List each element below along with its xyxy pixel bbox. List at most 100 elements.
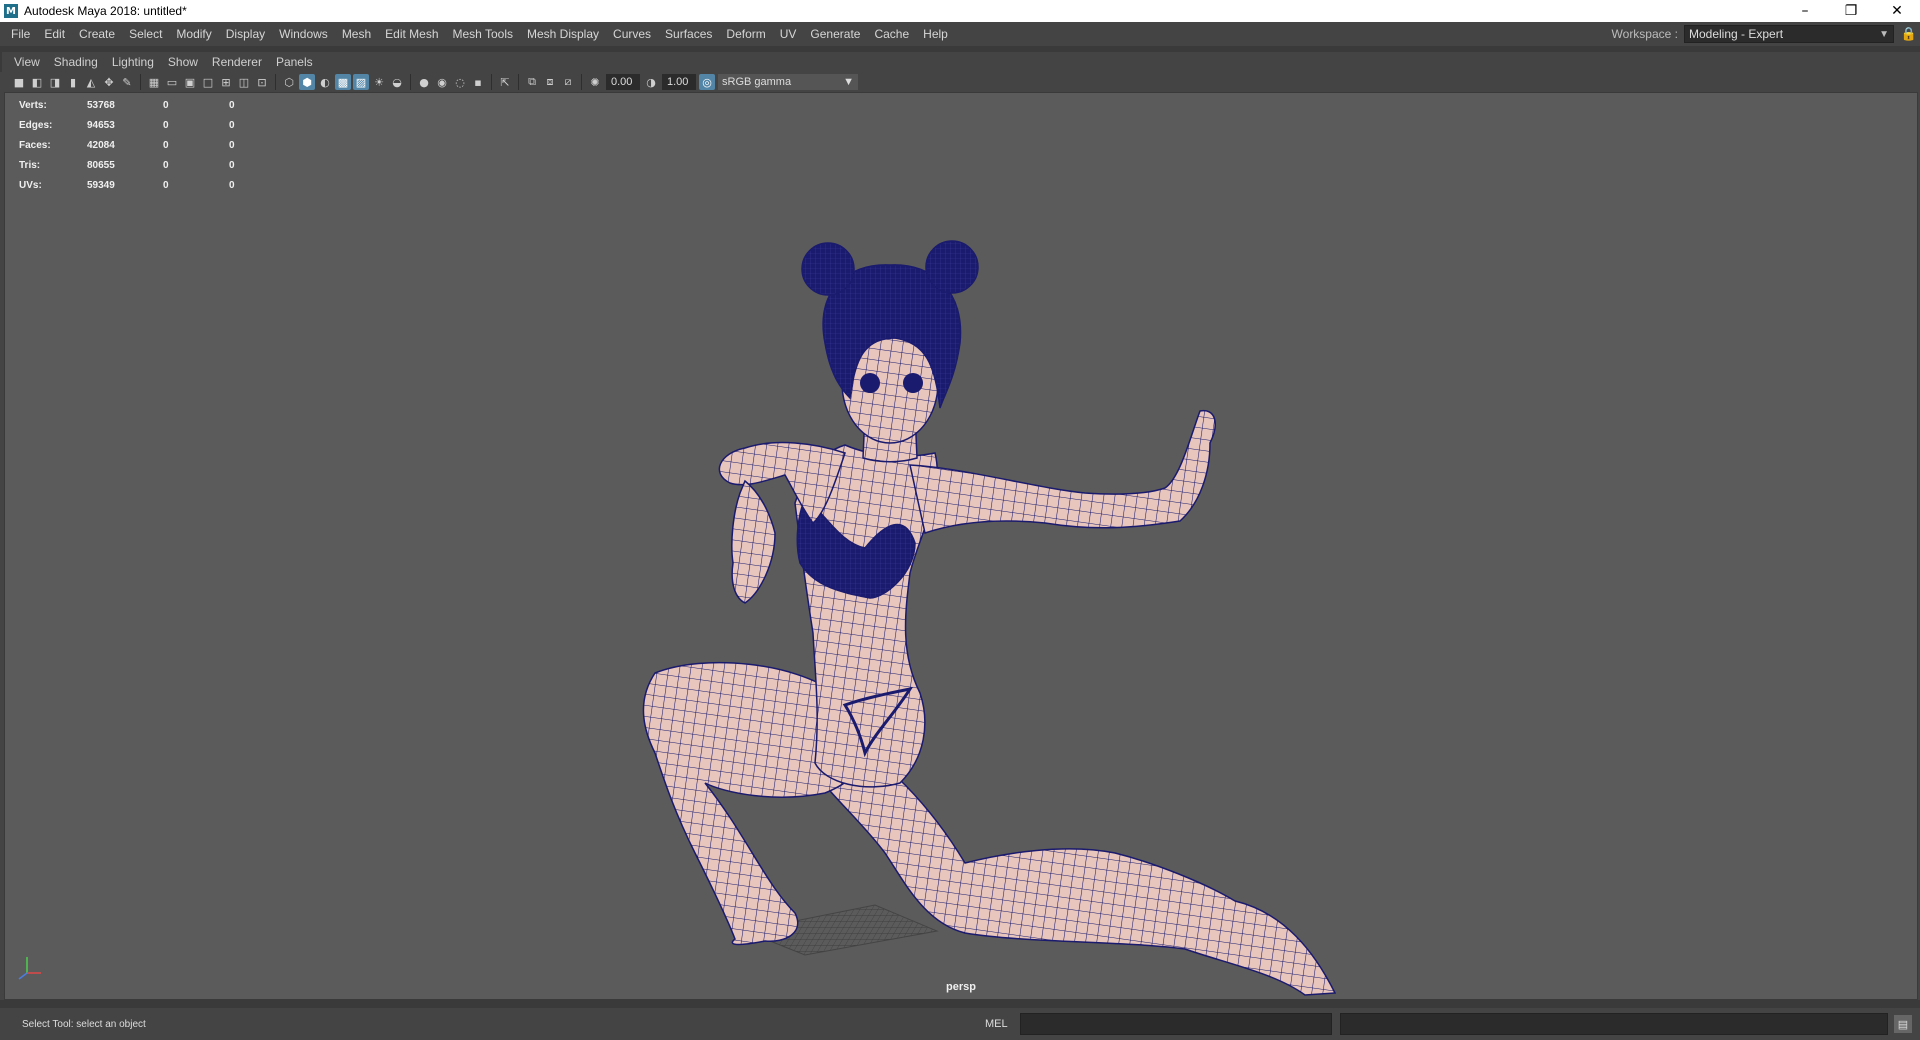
isolate-select-icon[interactable]: ⇱ <box>497 74 513 90</box>
smooth-shade-icon[interactable]: ⬢ <box>299 74 315 90</box>
hud-value: 59349 <box>87 179 115 191</box>
use-all-lights-icon[interactable]: ☀ <box>371 74 387 90</box>
shadows-icon[interactable]: ◒ <box>389 74 405 90</box>
field-chart-icon[interactable]: ⊞ <box>218 74 234 90</box>
help-line-text: Select Tool: select an object <box>22 1018 146 1030</box>
menu-file[interactable]: File <box>4 27 37 41</box>
toolbar-separator <box>581 74 582 90</box>
panel-menu-shading[interactable]: Shading <box>48 55 106 69</box>
x-ray-icon[interactable]: ▨ <box>353 74 369 90</box>
axis-gizmo-icon <box>18 957 41 980</box>
hud-value: 0 <box>229 99 235 111</box>
safe-action-icon[interactable]: ◫ <box>236 74 252 90</box>
mel-toggle[interactable]: MEL <box>985 1018 1008 1030</box>
bookmark-camera-icon[interactable]: ◨ <box>47 74 63 90</box>
menu-select[interactable]: Select <box>122 27 169 41</box>
character-mesh[interactable] <box>5 93 1918 1000</box>
menu-mesh[interactable]: Mesh <box>335 27 378 41</box>
hud-label: UVs: <box>19 179 42 191</box>
window-title: Autodesk Maya 2018: untitled* <box>24 4 187 18</box>
exposure-icon[interactable]: ✺ <box>587 74 603 90</box>
close-button[interactable]: ✕ <box>1874 0 1920 22</box>
menu-curves[interactable]: Curves <box>606 27 658 41</box>
menu-edit-mesh[interactable]: Edit Mesh <box>378 27 445 41</box>
lock-icon[interactable]: 🔒 <box>1898 23 1920 45</box>
panel-menu-lighting[interactable]: Lighting <box>106 55 162 69</box>
viewport-persp[interactable]: Verts: 53768 0 0 Edges: 94653 0 0 Faces:… <box>4 92 1918 1000</box>
anti-aliasing-icon[interactable]: ◌ <box>452 74 468 90</box>
menu-help[interactable]: Help <box>916 27 955 41</box>
minimize-button[interactable]: – <box>1782 0 1828 22</box>
hud-value: 0 <box>163 159 169 171</box>
menu-cache[interactable]: Cache <box>867 27 916 41</box>
toolbar-separator <box>140 74 141 90</box>
menu-modify[interactable]: Modify <box>169 27 218 41</box>
maya-app-icon: M <box>4 4 18 18</box>
restore-button[interactable]: ❐ <box>1828 0 1874 22</box>
toolbar-separator <box>410 74 411 90</box>
wireframe-on-shaded-icon[interactable]: ▩ <box>335 74 351 90</box>
help-line-bar: Select Tool: select an object MEL ▤ <box>0 1008 1920 1040</box>
menu-edit[interactable]: Edit <box>37 27 72 41</box>
film-gate-icon[interactable]: ▭ <box>164 74 180 90</box>
workspace-dropdown[interactable]: Modeling - Expert ▼ <box>1684 25 1894 43</box>
color-space-dropdown[interactable]: sRGB gamma ▼ <box>718 74 858 90</box>
window-controls: – ❐ ✕ <box>1782 0 1920 22</box>
grease-pencil-icon[interactable]: ✎ <box>119 74 135 90</box>
gamma-field[interactable]: 1.00 <box>662 74 696 90</box>
hud-value: 0 <box>229 139 235 151</box>
screen-space-ao-icon[interactable]: ● <box>416 74 432 90</box>
hud-row-faces: Faces: 42084 0 0 <box>19 135 249 155</box>
toolbar-separator <box>491 74 492 90</box>
toolbar-separator <box>518 74 519 90</box>
resolution-gate-icon[interactable]: ▣ <box>182 74 198 90</box>
color-space-value: sRGB gamma <box>722 76 792 88</box>
command-line-input[interactable] <box>1020 1013 1332 1035</box>
two-d-pan-icon[interactable]: ✥ <box>101 74 117 90</box>
panel-toolbar: ■ ◧ ◨ ▮ ◭ ✥ ✎ ▦ ▭ ▣ □ ⊞ ◫ ⊡ ⬡ ⬢ ◐ ▩ ▨ ☀ … <box>0 72 1920 92</box>
menu-display[interactable]: Display <box>219 27 272 41</box>
menu-surfaces[interactable]: Surfaces <box>658 27 719 41</box>
menu-mesh-tools[interactable]: Mesh Tools <box>446 27 520 41</box>
default-material-icon[interactable]: ◐ <box>317 74 333 90</box>
backface-culling-icon[interactable]: ⧄ <box>560 74 576 90</box>
grid-icon[interactable]: ▦ <box>146 74 162 90</box>
menu-uv[interactable]: UV <box>773 27 804 41</box>
gate-mask-icon[interactable]: □ <box>200 74 216 90</box>
script-editor-icon[interactable]: ▤ <box>1894 1015 1912 1033</box>
bookmark-icon[interactable]: ▮ <box>65 74 81 90</box>
color-management-icon[interactable]: ◎ <box>699 74 715 90</box>
hud-value: 53768 <box>87 99 115 111</box>
menu-windows[interactable]: Windows <box>272 27 335 41</box>
panel-menu-panels[interactable]: Panels <box>270 55 321 69</box>
wireframe-icon[interactable]: ⬡ <box>281 74 297 90</box>
xray-joints-icon[interactable]: ⧉ <box>524 74 540 90</box>
camera-icon[interactable]: ■ <box>11 74 27 90</box>
image-plane-icon[interactable]: ◭ <box>83 74 99 90</box>
hud-label: Edges: <box>19 119 53 131</box>
divider <box>0 1000 1920 1008</box>
hud-value: 80655 <box>87 159 115 171</box>
menu-create[interactable]: Create <box>72 27 122 41</box>
panel-menu-view[interactable]: View <box>8 55 48 69</box>
depth-of-field-icon[interactable]: ▪ <box>470 74 486 90</box>
panel-menu-show[interactable]: Show <box>162 55 206 69</box>
hud-label: Verts: <box>19 99 47 111</box>
hud-value: 42084 <box>87 139 115 151</box>
hud-value: 0 <box>163 139 169 151</box>
menu-deform[interactable]: Deform <box>719 27 772 41</box>
toolbar-separator <box>275 74 276 90</box>
menu-mesh-display[interactable]: Mesh Display <box>520 27 606 41</box>
panel-menu-renderer[interactable]: Renderer <box>206 55 270 69</box>
exposure-field[interactable]: 0.00 <box>606 74 640 90</box>
safe-title-icon[interactable]: ⊡ <box>254 74 270 90</box>
hud-row-edges: Edges: 94653 0 0 <box>19 115 249 135</box>
workspace-value: Modeling - Expert <box>1689 27 1784 41</box>
gamma-icon[interactable]: ◑ <box>643 74 659 90</box>
command-result-field <box>1340 1013 1888 1035</box>
hud-value: 0 <box>229 159 235 171</box>
menu-generate[interactable]: Generate <box>803 27 867 41</box>
xray-active-icon[interactable]: ⧈ <box>542 74 558 90</box>
camera-attributes-icon[interactable]: ◧ <box>29 74 45 90</box>
motion-blur-icon[interactable]: ◉ <box>434 74 450 90</box>
